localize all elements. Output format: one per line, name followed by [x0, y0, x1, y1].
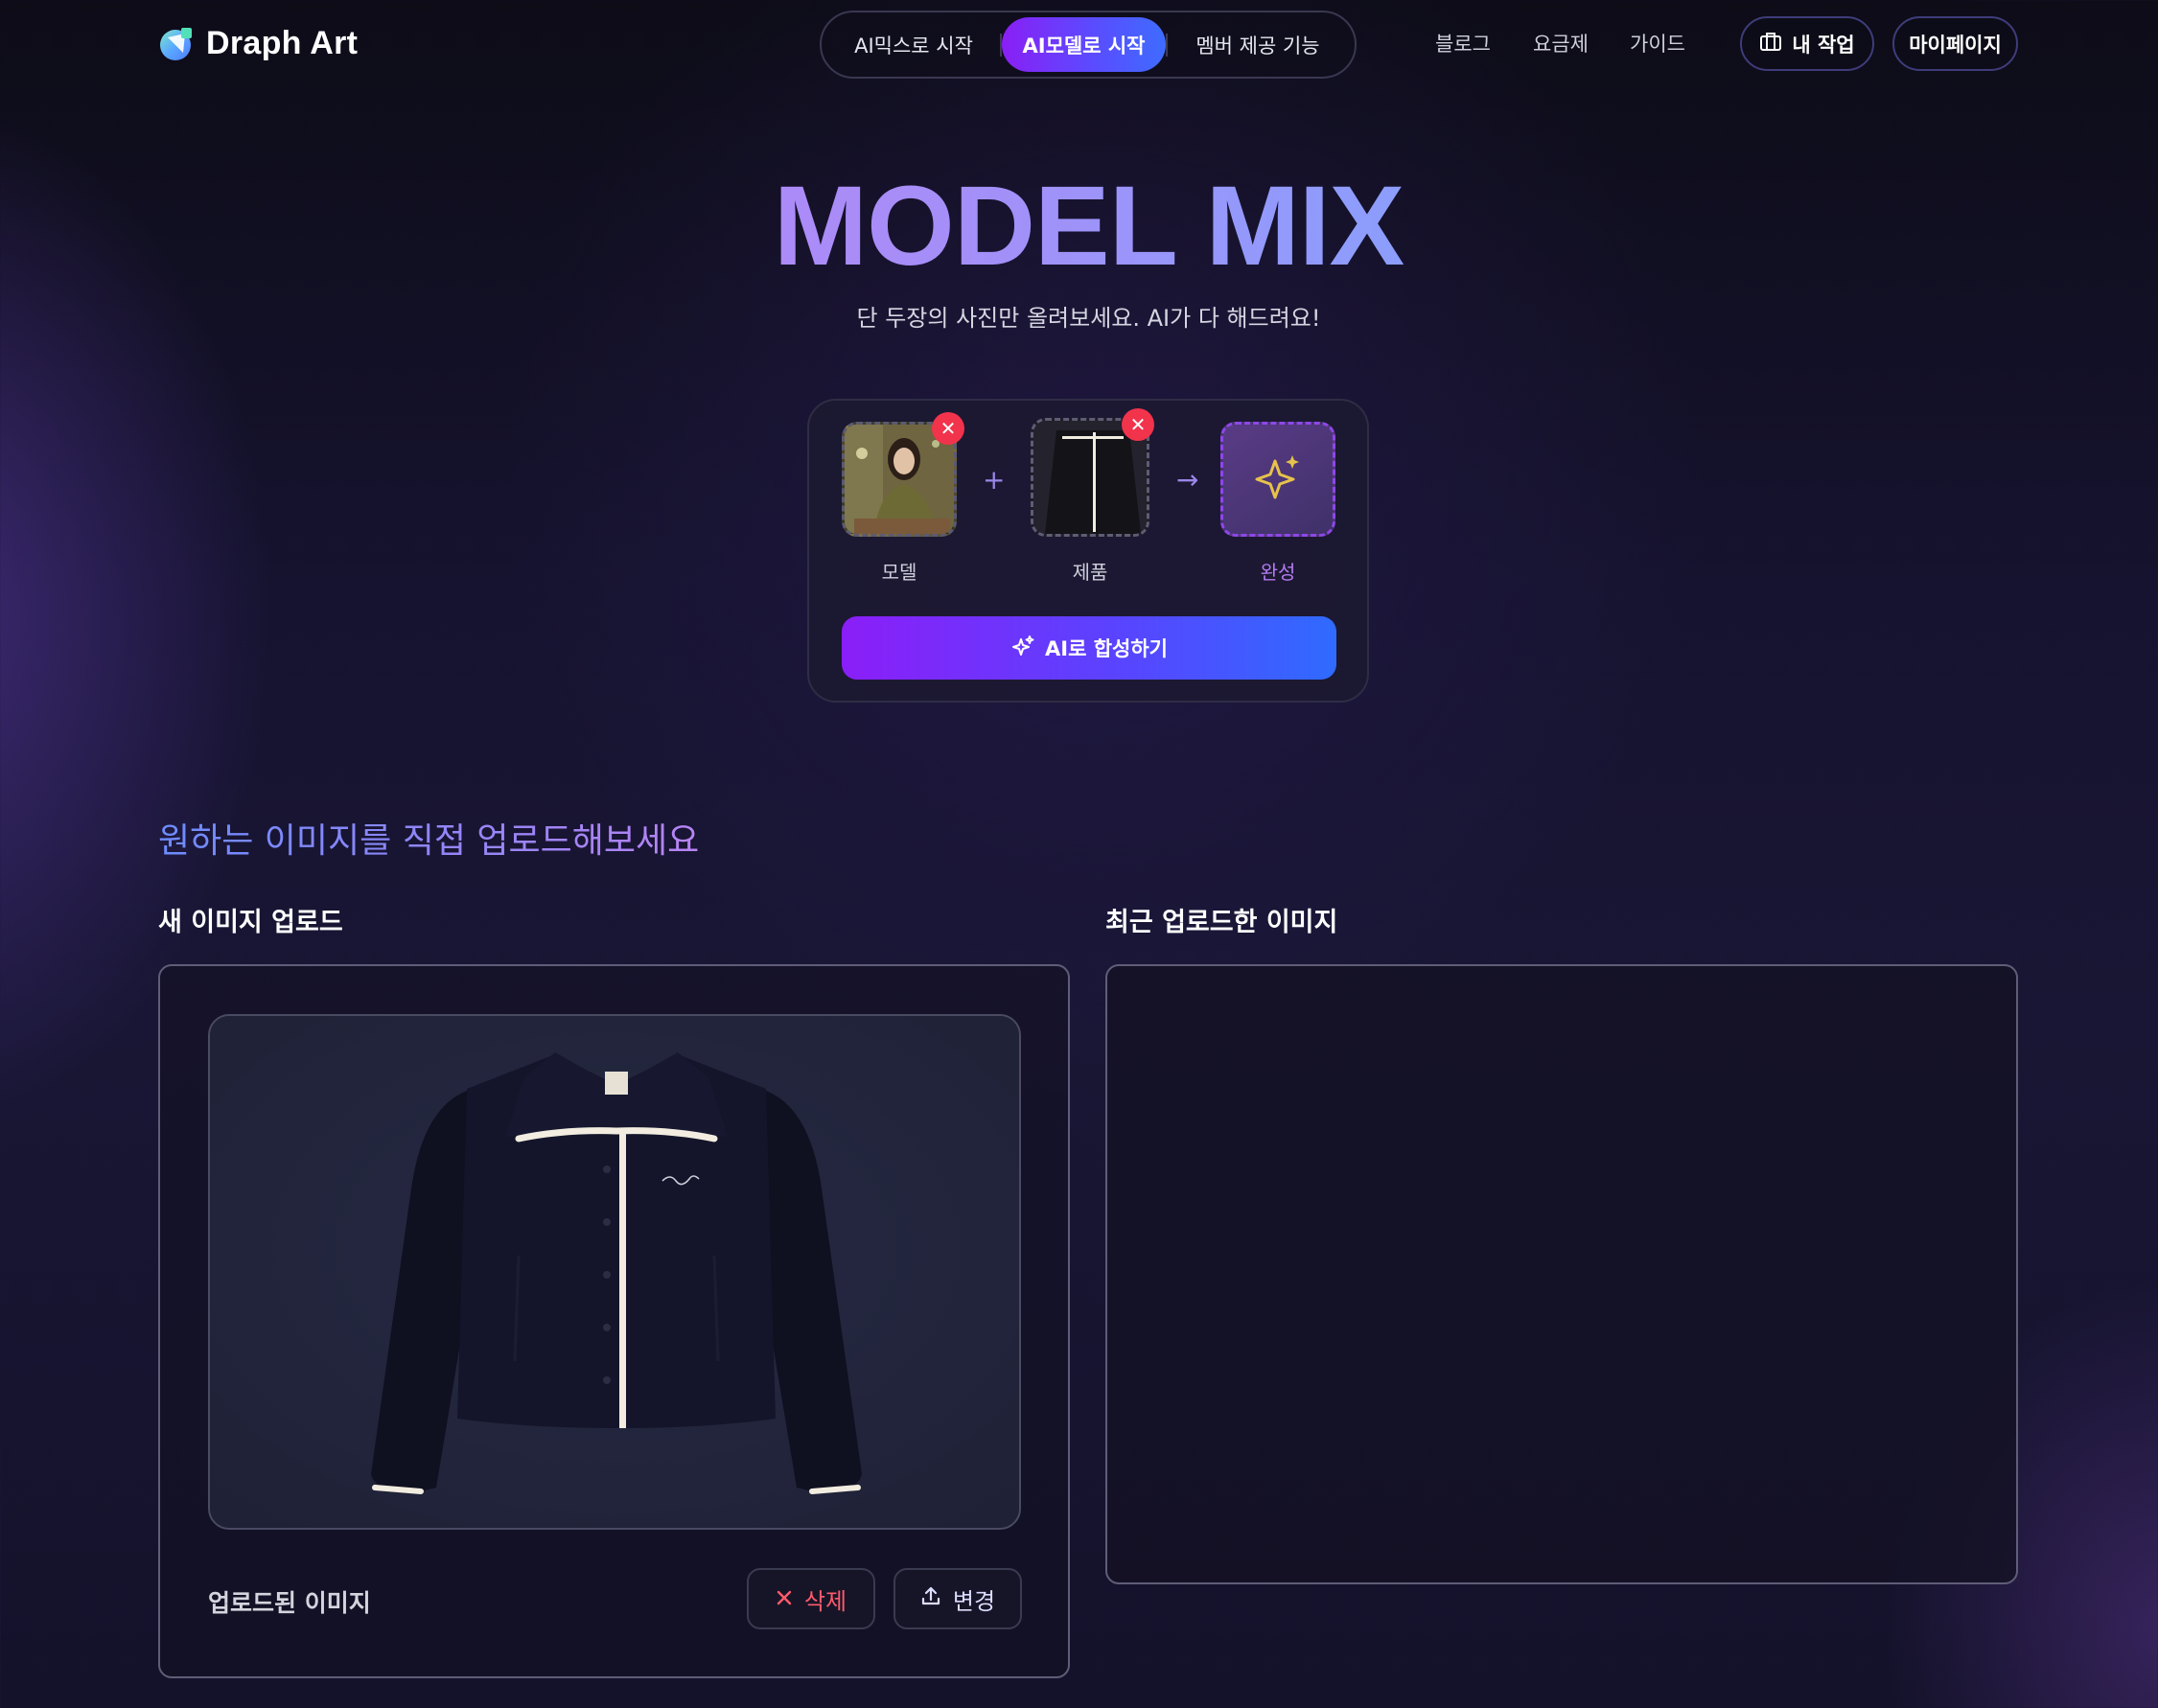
delete-label: 삭제: [803, 1587, 847, 1615]
change-label: 변경: [952, 1587, 996, 1615]
ai-compose-label: AI로 합성하기: [1045, 637, 1168, 660]
hero-subtitle: 단 두장의 사진만 올려보세요. AI가 다 해드려요!: [856, 305, 1321, 332]
hero-title: MODEL MIX: [0, 161, 2158, 291]
tab-ai-model[interactable]: AI모델로 시작: [1002, 17, 1166, 72]
mode-switcher: AI믹스로 시작 AI모델로 시작 멤버 제공 기능: [820, 11, 1357, 79]
sparkle-icon: [1010, 634, 1035, 663]
remove-model-button[interactable]: ✕: [932, 412, 964, 445]
nav-link-guide[interactable]: 가이드: [1630, 29, 1685, 58]
recent-uploads-title: 최근 업로드한 이미지: [1105, 908, 1338, 937]
uploaded-image-label: 업로드된 이미지: [208, 1589, 371, 1617]
tab-member-features[interactable]: 멤버 제공 기능: [1168, 17, 1348, 72]
result-slot-label: 완성: [1260, 561, 1296, 584]
briefcase-icon: [1759, 31, 1782, 57]
new-upload-title: 새 이미지 업로드: [158, 908, 343, 937]
draph-logo-icon: [158, 24, 197, 62]
upload-section-heading: 원하는 이미지를 직접 업로드해보세요: [158, 813, 699, 863]
uploaded-image-preview[interactable]: [208, 1014, 1021, 1530]
result-image-slot: [1220, 422, 1335, 537]
my-work-label: 내 작업: [1792, 33, 1855, 57]
mypage-button[interactable]: 마이페이지: [1892, 16, 2018, 71]
mix-composer-card: ✕ 모델 + ✕ 제품 → 완성 AI로 합성하기: [807, 399, 1369, 703]
brand-name: Draph Art: [206, 24, 359, 61]
model-slot-label: 모델: [881, 561, 917, 584]
brand-logo[interactable]: Draph Art: [158, 21, 358, 65]
plus-icon: +: [983, 464, 1006, 496]
my-work-button[interactable]: 내 작업: [1740, 16, 1874, 71]
close-icon: [776, 1585, 793, 1612]
new-upload-panel: 업로드된 이미지 삭제 변경: [158, 964, 1070, 1678]
upload-icon: [920, 1585, 941, 1612]
change-image-button[interactable]: 변경: [893, 1568, 1022, 1629]
delete-image-button[interactable]: 삭제: [747, 1568, 875, 1629]
cardigan-product-image: [210, 1016, 1019, 1528]
arrow-right-icon: →: [1176, 464, 1199, 496]
ai-compose-button[interactable]: AI로 합성하기: [842, 616, 1336, 680]
nav-link-pricing[interactable]: 요금제: [1533, 29, 1589, 58]
tab-ai-mix[interactable]: AI믹스로 시작: [827, 17, 1000, 72]
product-slot-label: 제품: [1072, 561, 1108, 584]
nav-link-blog[interactable]: 블로그: [1435, 29, 1491, 58]
sparkle-icon: [1255, 455, 1299, 499]
recent-uploads-panel: [1105, 964, 2018, 1584]
remove-product-button[interactable]: ✕: [1122, 408, 1154, 441]
top-navigation: Draph Art AI믹스로 시작 AI모델로 시작 멤버 제공 기능 블로그…: [0, 0, 2158, 88]
